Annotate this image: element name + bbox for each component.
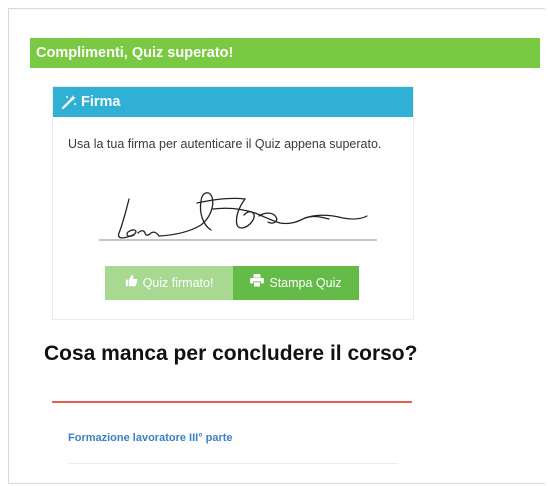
signature-card-title: Firma xyxy=(81,94,121,110)
signature-card: Firma Usa la tua firma per autenticare i… xyxy=(52,86,414,320)
print-icon xyxy=(250,266,265,300)
signature-instructions: Usa la tua firma per autenticare il Quiz… xyxy=(68,137,382,151)
quiz-signed-button[interactable]: Quiz firmato! xyxy=(105,266,233,300)
thumbs-up-icon xyxy=(125,266,138,300)
handwritten-signature xyxy=(99,192,377,241)
divider xyxy=(52,401,412,403)
print-quiz-label: Stampa Quiz xyxy=(269,276,342,290)
magic-wand-icon xyxy=(61,94,77,110)
quiz-passed-banner: Complimenti, Quiz superato! xyxy=(30,38,540,68)
signature-card-header: Firma xyxy=(53,87,413,117)
signature-pad[interactable] xyxy=(93,185,383,255)
course-item-link[interactable]: Formazione lavoratore III° parte xyxy=(68,432,233,444)
remaining-steps-heading: Cosa manca per concludere il corso? xyxy=(44,342,418,365)
course-steps-card: Formazione lavoratore III° parte xyxy=(52,395,412,475)
quiz-signed-label: Quiz firmato! xyxy=(142,276,214,290)
print-quiz-button[interactable]: Stampa Quiz xyxy=(233,266,359,300)
divider xyxy=(68,463,398,464)
